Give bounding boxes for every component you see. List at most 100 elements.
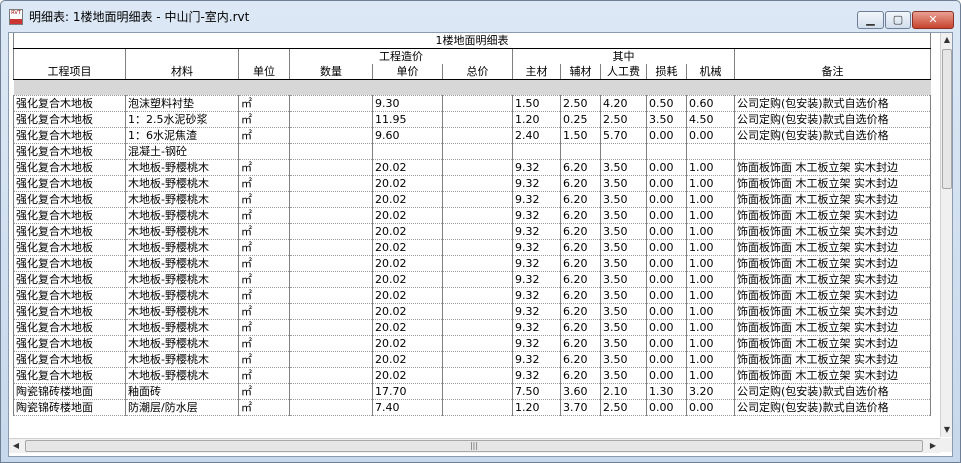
table-cell[interactable]: 饰面板饰面 木工板立架 实木封边 [734, 335, 931, 352]
table-cell[interactable] [442, 287, 513, 304]
table-cell[interactable]: 6.20 [560, 303, 601, 320]
table-cell[interactable]: ㎡ [238, 287, 290, 304]
table-cell[interactable]: 9.32 [512, 271, 561, 288]
table-cell[interactable]: 饰面板饰面 木工板立架 实木封边 [734, 191, 931, 208]
table-cell[interactable]: 0.00 [646, 223, 687, 240]
column-header[interactable]: 工程项目 [13, 64, 126, 80]
table-row[interactable]: 陶瓷锦砖楼地面 釉面砖㎡ 17.70 7.50 3.60 2.10 1.30 3.20 公司定购… [13, 383, 931, 400]
table-cell[interactable]: ㎡ [238, 383, 290, 400]
table-cell[interactable]: 木地板-野樱桃木 [125, 303, 239, 320]
table-cell[interactable] [289, 191, 373, 208]
column-header[interactable]: 材料 [125, 64, 239, 80]
table-cell[interactable]: 1.00 [686, 255, 735, 272]
table-cell[interactable]: 3.50 [600, 319, 647, 336]
table-cell[interactable]: 20.02 [372, 223, 443, 240]
table-cell[interactable]: 强化复合木地板 [13, 143, 126, 160]
table-cell[interactable]: 20.02 [372, 351, 443, 368]
table-cell[interactable]: 6.20 [560, 239, 601, 256]
table-cell[interactable]: 饰面板饰面 木工板立架 实木封边 [734, 271, 931, 288]
table-cell[interactable] [442, 111, 513, 128]
table-cell[interactable]: 7.40 [372, 399, 443, 416]
table-cell[interactable]: 防潮层/防水层 [125, 399, 239, 416]
table-cell[interactable]: ㎡ [238, 335, 290, 352]
table-cell[interactable]: 0.00 [646, 303, 687, 320]
table-cell[interactable]: 釉面砖 [125, 383, 239, 400]
table-cell[interactable] [289, 207, 373, 224]
table-cell[interactable]: 11.95 [372, 111, 443, 128]
table-cell[interactable]: ㎡ [238, 159, 290, 176]
table-cell[interactable]: 9.32 [512, 335, 561, 352]
table-cell[interactable]: 4.50 [686, 111, 735, 128]
table-cell[interactable] [442, 351, 513, 368]
table-cell[interactable]: 木地板-野樱桃木 [125, 255, 239, 272]
table-row[interactable]: 强化复合木地板 木地板-野樱桃木㎡ 20.02 9.32 6.20 3.50 0.00 1.0… [13, 335, 931, 352]
table-cell[interactable]: 强化复合木地板 [13, 111, 126, 128]
table-cell[interactable]: 1.00 [686, 239, 735, 256]
table-cell[interactable]: 9.32 [512, 191, 561, 208]
table-cell[interactable]: 6.20 [560, 191, 601, 208]
table-cell[interactable] [686, 143, 735, 160]
table-cell[interactable]: 20.02 [372, 319, 443, 336]
table-cell[interactable]: 3.70 [560, 399, 601, 416]
table-cell[interactable] [512, 143, 561, 160]
table-row[interactable]: 强化复合木地板 木地板-野樱桃木㎡ 20.02 9.32 6.20 3.50 0.00 1.0… [13, 223, 931, 240]
table-cell[interactable]: 2.10 [600, 383, 647, 400]
table-row[interactable]: 强化复合木地板 混凝土-钢砼 [13, 143, 931, 160]
table-cell[interactable]: 木地板-野樱桃木 [125, 351, 239, 368]
close-button[interactable]: ✕ [912, 11, 954, 29]
table-cell[interactable]: 木地板-野樱桃木 [125, 335, 239, 352]
table-cell[interactable]: 1.20 [512, 399, 561, 416]
table-cell[interactable]: 强化复合木地板 [13, 351, 126, 368]
table-cell[interactable]: ㎡ [238, 271, 290, 288]
table-row[interactable]: 强化复合木地板 木地板-野樱桃木㎡ 20.02 9.32 6.20 3.50 0.00 1.0… [13, 239, 931, 256]
table-row[interactable]: 强化复合木地板 木地板-野樱桃木㎡ 20.02 9.32 6.20 3.50 0.00 1.0… [13, 351, 931, 368]
table-cell[interactable]: 3.50 [600, 303, 647, 320]
table-cell[interactable]: 0.00 [646, 207, 687, 224]
table-cell[interactable] [600, 143, 647, 160]
table-cell[interactable]: 饰面板饰面 木工板立架 实木封边 [734, 223, 931, 240]
table-cell[interactable]: 7.50 [512, 383, 561, 400]
table-cell[interactable] [289, 159, 373, 176]
table-cell[interactable]: 4.20 [600, 95, 647, 112]
table-cell[interactable]: 木地板-野樱桃木 [125, 223, 239, 240]
table-cell[interactable]: 6.20 [560, 335, 601, 352]
table-cell[interactable]: 0.00 [686, 399, 735, 416]
table-cell[interactable]: 0.00 [646, 191, 687, 208]
table-cell[interactable] [560, 143, 601, 160]
table-cell[interactable]: 1.00 [686, 175, 735, 192]
scroll-left-icon[interactable]: ◀ [9, 439, 23, 453]
table-cell[interactable]: ㎡ [238, 111, 290, 128]
table-cell[interactable]: 公司定购(包安装)款式自选价格 [734, 95, 931, 112]
table-cell[interactable]: 强化复合木地板 [13, 255, 126, 272]
table-cell[interactable]: 饰面板饰面 木工板立架 实木封边 [734, 239, 931, 256]
table-cell[interactable]: 6.20 [560, 255, 601, 272]
table-cell[interactable] [289, 383, 373, 400]
table-cell[interactable]: 3.60 [560, 383, 601, 400]
table-cell[interactable]: 强化复合木地板 [13, 287, 126, 304]
table-cell[interactable] [442, 319, 513, 336]
table-cell[interactable] [289, 95, 373, 112]
table-cell[interactable]: 1.00 [686, 271, 735, 288]
table-cell[interactable]: 公司定购(包安装)款式自选价格 [734, 111, 931, 128]
table-cell[interactable]: 0.00 [646, 367, 687, 384]
table-cell[interactable] [289, 303, 373, 320]
table-cell[interactable]: 0.50 [646, 95, 687, 112]
table-cell[interactable]: 木地板-野樱桃木 [125, 319, 239, 336]
column-header[interactable]: 主材 [512, 64, 561, 80]
table-cell[interactable]: 3.50 [600, 159, 647, 176]
table-cell[interactable]: 1：2.5水泥砂浆 [125, 111, 239, 128]
table-cell[interactable]: 强化复合木地板 [13, 127, 126, 144]
table-cell[interactable]: 1.00 [686, 207, 735, 224]
column-header[interactable]: 人工费 [600, 64, 647, 80]
table-cell[interactable]: 9.32 [512, 287, 561, 304]
table-row[interactable]: 强化复合木地板 木地板-野樱桃木㎡ 20.02 9.32 6.20 3.50 0.00 1.0… [13, 303, 931, 320]
table-row[interactable]: 强化复合木地板 1：6水泥焦渣㎡ 9.60 2.40 1.50 5.70 0.00 0.00 公… [13, 127, 931, 144]
table-cell[interactable]: 20.02 [372, 207, 443, 224]
table-cell[interactable]: 3.20 [686, 383, 735, 400]
table-cell[interactable]: 2.50 [600, 399, 647, 416]
table-cell[interactable]: 20.02 [372, 271, 443, 288]
table-cell[interactable]: 1.00 [686, 367, 735, 384]
table-cell[interactable]: 0.00 [646, 319, 687, 336]
table-cell[interactable]: 强化复合木地板 [13, 335, 126, 352]
table-cell[interactable]: 木地板-野樱桃木 [125, 207, 239, 224]
